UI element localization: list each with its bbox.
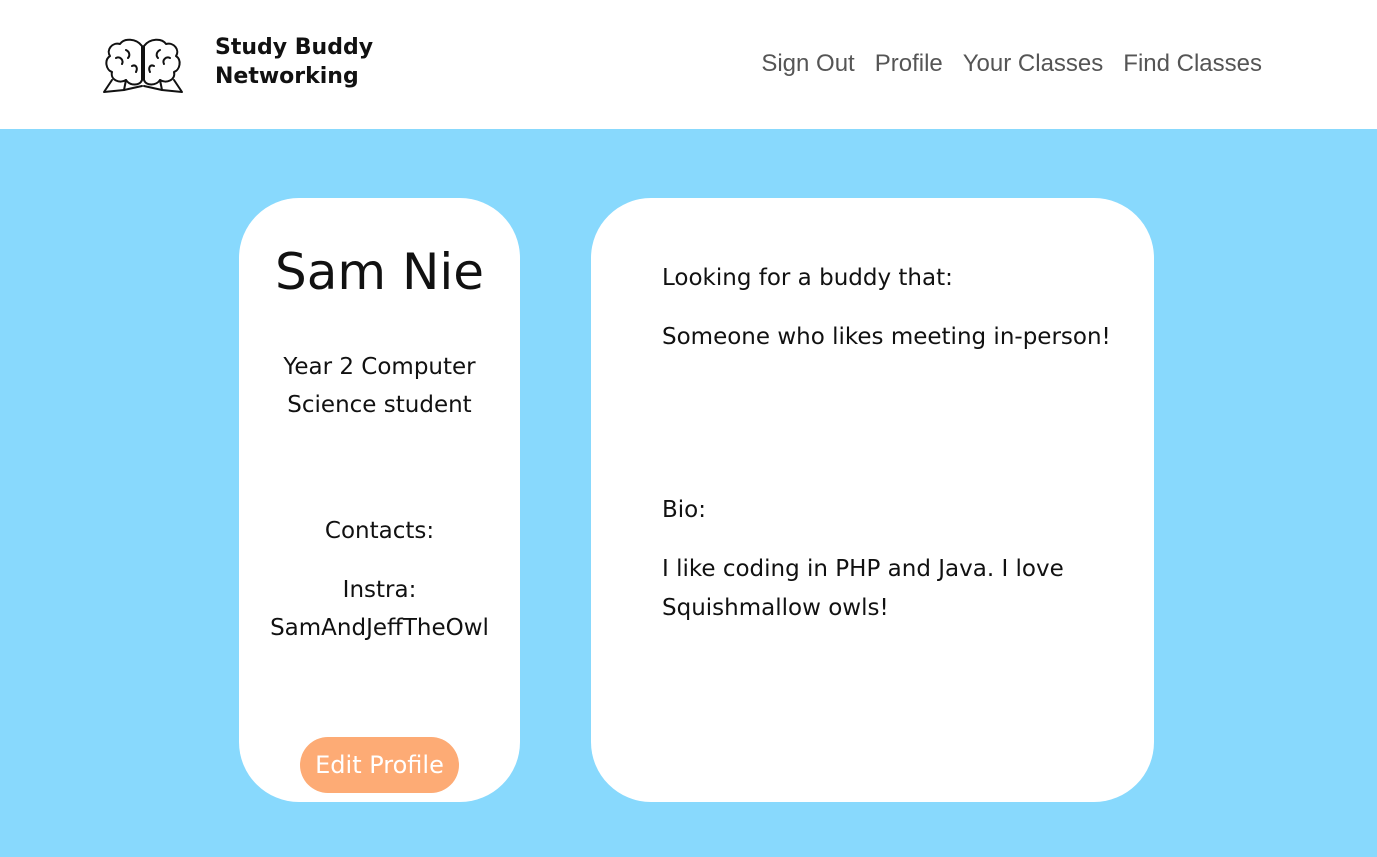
site-header: Study Buddy Networking Sign Out Profile … [0, 0, 1377, 129]
nav-profile[interactable]: Profile [875, 47, 943, 81]
looking-for-label: Looking for a buddy that: [662, 265, 953, 291]
contact-value: Instra: SamAndJeffTheOwl [270, 577, 489, 641]
brand-name[interactable]: Study Buddy Networking [215, 33, 405, 91]
brain-pair-icon[interactable] [102, 36, 184, 94]
contacts-label: Contacts: [324, 518, 435, 544]
bio-value: I like coding in PHP and Java. I love Sq… [662, 556, 1064, 621]
profile-name: Sam Nie [274, 243, 485, 301]
brand-line-2: Networking [215, 64, 359, 89]
main-nav: Sign Out Profile Your Classes Find Class… [761, 47, 1262, 81]
nav-find-classes[interactable]: Find Classes [1123, 47, 1262, 81]
brand-line-1: Study Buddy [215, 35, 374, 60]
profile-subtitle: Year 2 Computer Science student [283, 354, 476, 418]
nav-your-classes[interactable]: Your Classes [963, 47, 1104, 81]
nav-sign-out[interactable]: Sign Out [761, 47, 854, 81]
bio-label: Bio: [662, 497, 706, 523]
edit-profile-button[interactable]: Edit Profile [300, 737, 459, 793]
looking-for-value: Someone who likes meeting in-person! [662, 324, 1111, 350]
